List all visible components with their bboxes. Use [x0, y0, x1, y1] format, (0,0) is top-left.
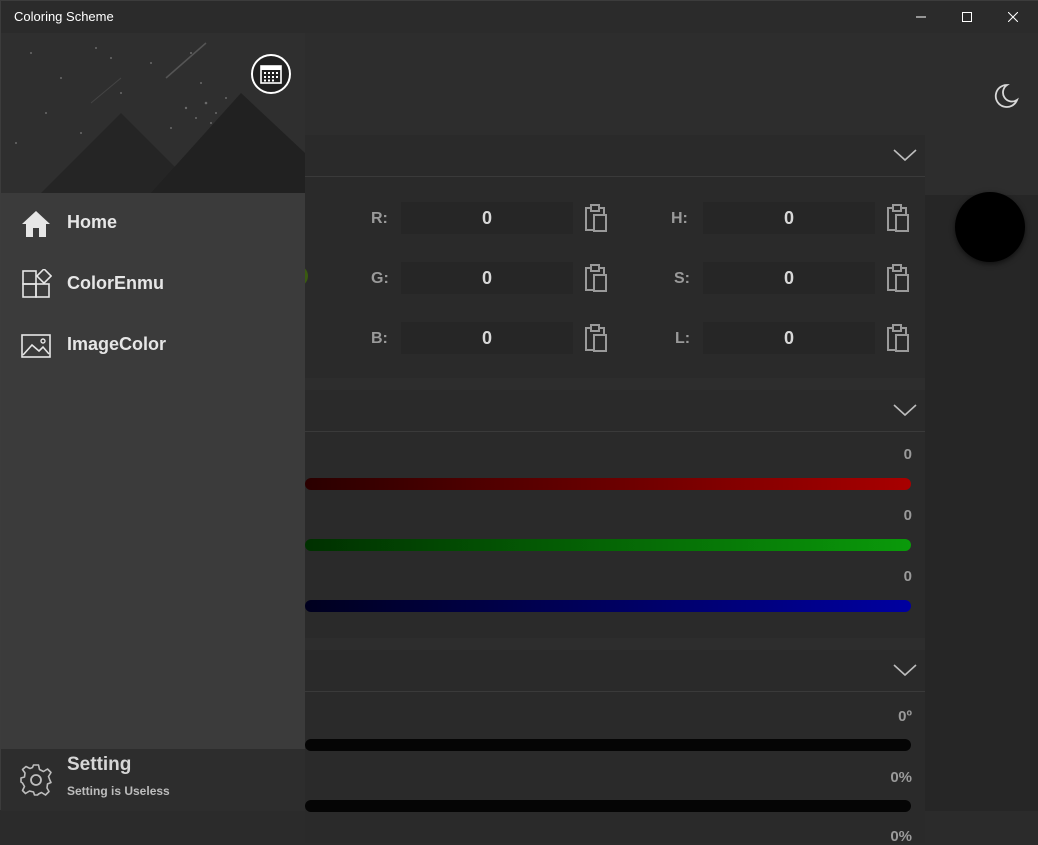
maximize-icon [962, 12, 972, 22]
moon-icon[interactable] [992, 82, 1020, 110]
nav-label-home: Home [67, 212, 118, 232]
rgb-hsl-panel: R: 0 H: 0 G: 0 S: 0 B: 0 L: 0 [305, 135, 925, 378]
saturation-slider[interactable] [305, 800, 911, 812]
calendar-icon [260, 65, 282, 84]
maximize-button[interactable] [944, 1, 990, 33]
clipboard-icon[interactable] [582, 203, 610, 233]
b-label: B: [371, 330, 388, 347]
blue-value: 0 [903, 568, 912, 585]
nav-label-colorenmu: ColorEnmu [67, 273, 164, 293]
nav-item-colorenmu[interactable]: ColorEnmu [1, 254, 305, 314]
h-value-field[interactable]: 0 [703, 202, 875, 234]
panel-header[interactable] [305, 135, 925, 177]
setting-label: Setting [67, 754, 132, 775]
window-title: Coloring Scheme [14, 9, 114, 24]
home-icon [22, 211, 50, 237]
lightness-value: 0% [890, 828, 912, 845]
nav-label-imagecolor: ImageColor [67, 334, 167, 354]
hue-slider[interactable] [305, 739, 911, 751]
minimize-button[interactable] [898, 1, 944, 33]
clipboard-icon[interactable] [884, 203, 912, 233]
chevron-down-icon[interactable] [893, 662, 917, 678]
r-label: R: [371, 210, 388, 227]
l-label: L: [675, 330, 691, 347]
rgb-slider-panel: 0 0 0 [305, 390, 925, 638]
panel-header[interactable] [305, 390, 925, 432]
calendar-button[interactable] [251, 54, 291, 94]
green-slider[interactable] [305, 539, 911, 551]
blue-slider[interactable] [305, 600, 911, 612]
nav-item-imagecolor[interactable]: ImageColor [1, 315, 305, 375]
hue-value: 0º [898, 708, 912, 725]
close-icon [1008, 12, 1018, 22]
color-preview [955, 192, 1025, 262]
b-value-field[interactable]: 0 [401, 322, 573, 354]
clipboard-icon[interactable] [582, 323, 610, 353]
title-bar: Coloring Scheme [1, 1, 1038, 33]
image-icon [21, 334, 51, 358]
right-band [925, 195, 1038, 811]
app-window: Coloring Scheme R: 0 H: 0 G: 0 S: 0 B: 0… [0, 0, 1038, 845]
setting-subtitle: Setting is Useless [67, 784, 170, 798]
l-value-field[interactable]: 0 [703, 322, 875, 354]
color-enum-icon [22, 269, 52, 298]
red-slider[interactable] [305, 478, 911, 490]
g-value-field[interactable]: 0 [401, 262, 573, 294]
h-label: H: [671, 210, 688, 227]
saturation-value: 0% [890, 769, 912, 786]
clipboard-icon[interactable] [884, 263, 912, 293]
s-label: S: [674, 270, 690, 287]
red-value: 0 [903, 446, 912, 463]
s-value-field[interactable]: 0 [703, 262, 875, 294]
close-button[interactable] [990, 1, 1036, 33]
hsl-slider-panel: 0º 0% 0% [305, 650, 925, 845]
green-value: 0 [903, 507, 912, 524]
chevron-down-icon[interactable] [893, 147, 917, 163]
clipboard-icon[interactable] [884, 323, 912, 353]
gear-icon [20, 764, 52, 796]
nav-item-setting[interactable]: Setting Setting is Useless [1, 749, 305, 811]
g-label: G: [371, 270, 389, 287]
minimize-icon [916, 16, 926, 18]
nav-item-home[interactable]: Home [1, 193, 305, 253]
drawer-header-image [1, 33, 305, 193]
nav-drawer: Home ColorEnmu ImageColor Setting Settin… [1, 33, 305, 811]
r-value-field[interactable]: 0 [401, 202, 573, 234]
clipboard-icon[interactable] [582, 263, 610, 293]
panel-header[interactable] [305, 650, 925, 692]
chevron-down-icon[interactable] [893, 402, 917, 418]
